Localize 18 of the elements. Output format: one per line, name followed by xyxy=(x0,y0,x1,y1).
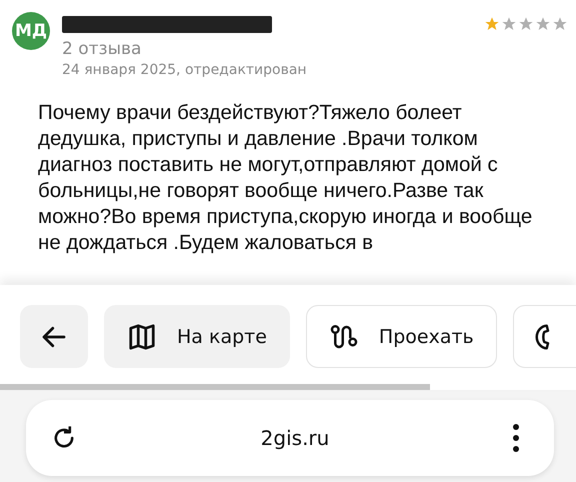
url-text: 2gis.ru xyxy=(260,426,330,450)
star-icon xyxy=(535,16,551,32)
review-count: 2 отзыва xyxy=(62,39,142,59)
review-text: Почему врачи бездействуют?Тяжело болеет дедушка, приступы и давление .Врачи толком диагноз поставить не могут,отправляют домой с больницы,не говорят вообще ничего.Разве так можно?Во время приступа,скорую иногда и вообще не дождаться .Будем жаловаться в xyxy=(38,100,534,256)
review-date: 24 января 2025, отредактирован xyxy=(62,62,308,78)
map-button[interactable]: На карте xyxy=(104,305,290,368)
map-icon xyxy=(127,322,157,352)
back-button[interactable] xyxy=(20,305,88,368)
call-button[interactable] xyxy=(512,305,576,368)
star-icon xyxy=(484,16,500,32)
route-button[interactable]: Проехать xyxy=(306,305,497,368)
star-icon xyxy=(518,16,534,32)
scrollbar[interactable] xyxy=(0,384,430,390)
star-icon xyxy=(552,16,568,32)
more-icon[interactable] xyxy=(512,423,520,453)
address-bar[interactable]: 2gis.ru xyxy=(26,400,554,476)
avatar: МД xyxy=(12,12,50,50)
star-icon xyxy=(501,16,517,32)
